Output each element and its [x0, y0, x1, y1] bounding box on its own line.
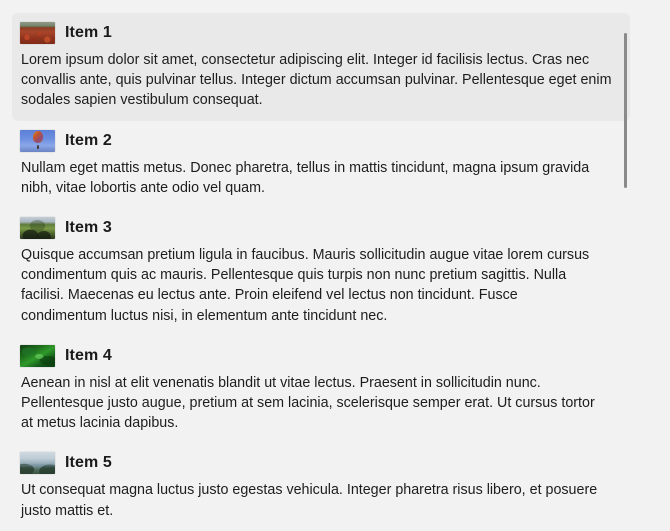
list-item-body: Aenean in nisl at elit venenatis blandit…	[21, 374, 595, 432]
list-item-body: Lorem ipsum dolor sit amet, consectetur …	[21, 52, 612, 109]
item-list: Item 1 Lorem ipsum dolor sit amet, conse…	[0, 0, 640, 531]
list-item-body: Ut consequat magna luctus justo egestas …	[21, 482, 598, 519]
list-item-title: Item 5	[65, 454, 112, 472]
list-item-title: Item 2	[65, 131, 112, 149]
list-item-title: Item 4	[65, 346, 112, 364]
list-item-header: Item 3	[20, 215, 618, 241]
list-item[interactable]: Item 4 Aenean in nisl at elit venenatis …	[12, 336, 630, 444]
list-item[interactable]: Item 1 Lorem ipsum dolor sit amet, conse…	[12, 13, 630, 121]
list-viewport[interactable]: Item 1 Lorem ipsum dolor sit amet, conse…	[0, 0, 670, 531]
vertical-scrollbar-track[interactable]	[623, 0, 629, 531]
list-item-title: Item 1	[65, 24, 112, 41]
green-foliage-thumbnail-icon	[20, 344, 55, 367]
list-item-header: Item 4	[20, 343, 618, 369]
list-item[interactable]: Item 3 Quisque accumsan pretium ligula i…	[12, 208, 630, 336]
list-item-header: Item 5	[20, 450, 618, 476]
list-item-body: Quisque accumsan pretium ligula in fauci…	[21, 247, 590, 324]
poppy-field-thumbnail-icon	[20, 22, 55, 44]
green-field-thumbnail-icon	[20, 217, 55, 240]
hot-air-balloon-thumbnail-icon	[20, 129, 55, 152]
list-item-header: Item 2	[20, 128, 618, 154]
list-item-title: Item 3	[65, 219, 112, 237]
list-item[interactable]: Item 2 Nullam eget mattis metus. Donec p…	[12, 121, 630, 208]
lake-shore-thumbnail-icon	[20, 452, 55, 475]
vertical-scrollbar-thumb[interactable]	[624, 33, 627, 188]
list-item[interactable]: Item 5 Ut consequat magna luctus justo e…	[12, 443, 630, 530]
list-item-header: Item 1	[20, 20, 618, 46]
list-item-body: Nullam eget mattis metus. Donec pharetra…	[21, 159, 590, 196]
